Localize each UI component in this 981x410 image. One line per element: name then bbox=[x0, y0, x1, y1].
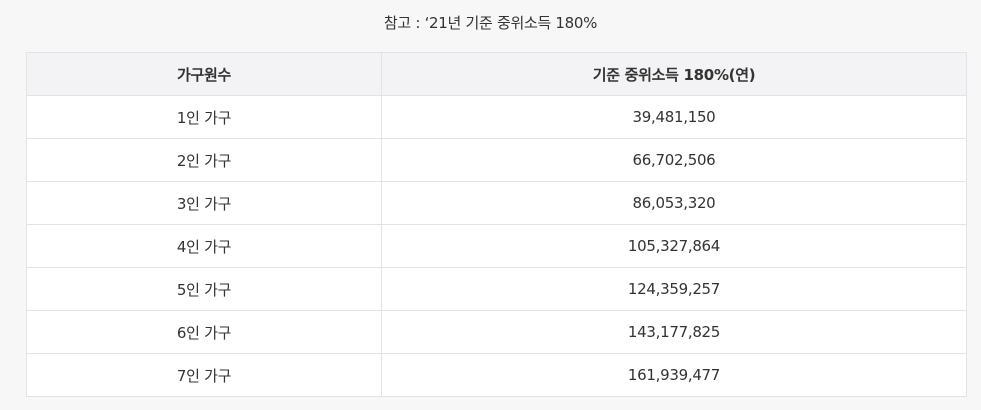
household-size-cell: 4인 가구 bbox=[26, 224, 382, 268]
income-cell: 66,702,506 bbox=[381, 138, 967, 182]
table-row: 1인 가구 39,481,150 bbox=[26, 95, 967, 139]
table-caption: 참고 : ‘21년 기준 중위소득 180% bbox=[383, 14, 598, 32]
household-size-cell: 3인 가구 bbox=[26, 181, 382, 225]
income-cell: 86,053,320 bbox=[381, 181, 967, 225]
table-row: 6인 가구 143,177,825 bbox=[26, 310, 967, 354]
income-cell: 39,481,150 bbox=[381, 95, 967, 139]
table-row: 2인 가구 66,702,506 bbox=[26, 138, 967, 182]
table-row: 5인 가구 124,359,257 bbox=[26, 267, 967, 311]
income-table-container: 가구원수 기준 중위소득 180%(연) 1인 가구 39,481,150 2인… bbox=[26, 52, 967, 397]
household-size-cell: 7인 가구 bbox=[26, 353, 382, 397]
table-header-row: 가구원수 기준 중위소득 180%(연) bbox=[26, 52, 967, 96]
household-size-cell: 1인 가구 bbox=[26, 95, 382, 139]
household-size-cell: 2인 가구 bbox=[26, 138, 382, 182]
income-cell: 105,327,864 bbox=[381, 224, 967, 268]
income-cell: 124,359,257 bbox=[381, 267, 967, 311]
income-cell: 161,939,477 bbox=[381, 353, 967, 397]
household-size-cell: 6인 가구 bbox=[26, 310, 382, 354]
table-row: 4인 가구 105,327,864 bbox=[26, 224, 967, 268]
median-income-table: 가구원수 기준 중위소득 180%(연) 1인 가구 39,481,150 2인… bbox=[26, 52, 967, 397]
household-size-cell: 5인 가구 bbox=[26, 267, 382, 311]
table-row: 3인 가구 86,053,320 bbox=[26, 181, 967, 225]
header-household-size: 가구원수 bbox=[26, 52, 382, 96]
header-median-income: 기준 중위소득 180%(연) bbox=[381, 52, 967, 96]
table-row: 7인 가구 161,939,477 bbox=[26, 353, 967, 397]
income-cell: 143,177,825 bbox=[381, 310, 967, 354]
